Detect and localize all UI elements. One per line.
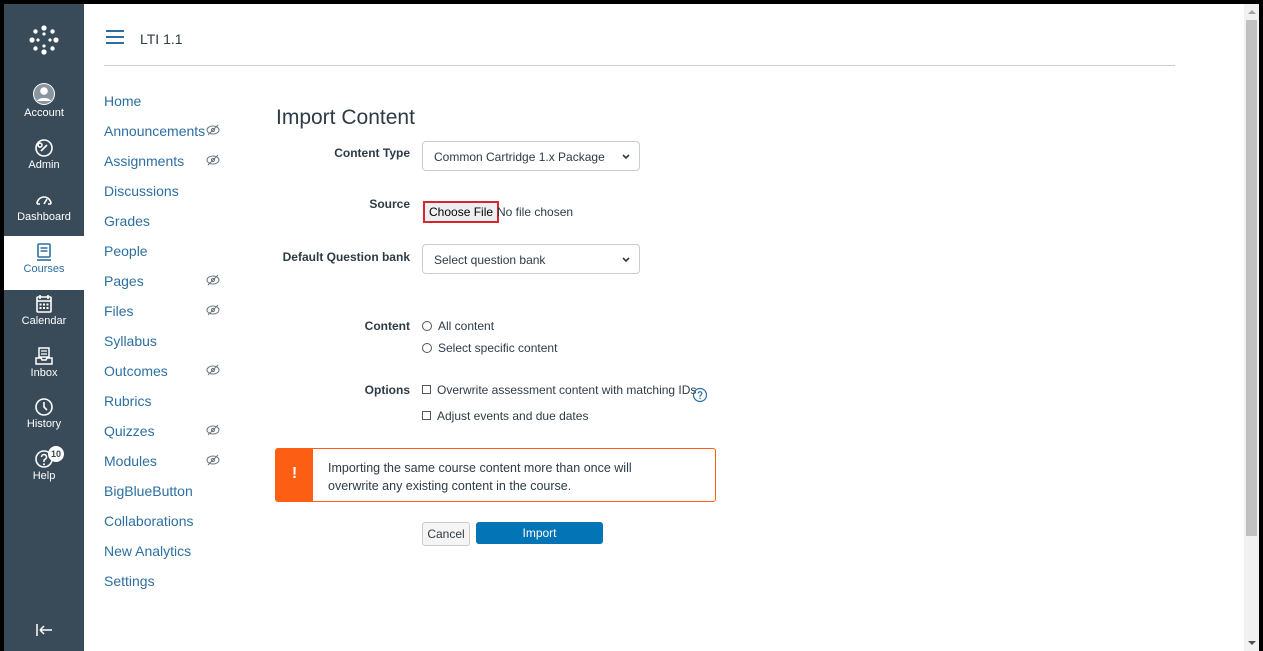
page-title: Import Content <box>276 106 415 129</box>
course-nav-settings[interactable]: Settings <box>104 573 155 589</box>
breadcrumb-course[interactable]: LTI 1.1 <box>140 31 183 47</box>
chevron-down-icon <box>621 142 631 183</box>
courses-icon <box>37 243 51 261</box>
scroll-down-arrow[interactable] <box>1248 641 1256 645</box>
collapse-arrow-icon <box>36 624 52 636</box>
content-type-value: Common Cartridge 1.x Package <box>434 150 605 164</box>
nav-admin[interactable]: Admin <box>4 138 84 171</box>
question-bank-select[interactable]: Select question bank <box>422 244 640 274</box>
global-nav: Account Admin Dashboard Courses Calendar… <box>4 4 84 651</box>
nav-admin-label: Admin <box>28 159 60 171</box>
account-icon <box>33 83 55 105</box>
nav-courses-label: Courses <box>23 263 65 275</box>
course-nav-new-analytics[interactable]: New Analytics <box>104 543 191 559</box>
radio-all-content[interactable]: All content <box>422 319 494 333</box>
checkbox-overwrite-label: Overwrite assessment content with matchi… <box>437 383 697 397</box>
course-nav-people[interactable]: People <box>104 243 148 259</box>
course-nav-outcomes[interactable]: Outcomes <box>104 363 168 379</box>
content-type-select[interactable]: Common Cartridge 1.x Package <box>422 141 640 171</box>
vertical-scrollbar[interactable] <box>1244 4 1259 651</box>
radio-select-specific-content[interactable]: Select specific content <box>422 341 557 355</box>
warning-line-1: Importing the same course content more t… <box>328 461 632 475</box>
question-help-icon[interactable] <box>692 387 708 403</box>
calendar-icon <box>36 295 52 313</box>
nav-history[interactable]: History <box>4 397 84 430</box>
nav-calendar[interactable]: Calendar <box>4 294 84 327</box>
help-badge: 10 <box>48 446 64 462</box>
radio-all-content-label: All content <box>438 319 495 333</box>
course-nav-rubrics[interactable]: Rubrics <box>104 393 151 409</box>
course-nav-modules[interactable]: Modules <box>104 453 157 469</box>
radio-circle[interactable] <box>422 342 432 353</box>
warning-alert: ! Importing the same course content more… <box>275 448 716 502</box>
source-label: Source <box>369 197 410 211</box>
course-nav-discussions[interactable]: Discussions <box>104 183 179 199</box>
checkbox-adjust-dates[interactable]: Adjust events and due dates <box>422 409 588 423</box>
dashboard-icon <box>36 196 52 205</box>
scroll-up-arrow[interactable] <box>1248 10 1256 14</box>
nav-account[interactable]: Account <box>4 82 84 119</box>
eye-slash-icon[interactable] <box>206 364 220 376</box>
eye-slash-icon[interactable] <box>206 304 220 316</box>
checkbox-overwrite-assessment[interactable]: Overwrite assessment content with matchi… <box>422 383 696 397</box>
course-nav-quizzes[interactable]: Quizzes <box>104 423 155 439</box>
cancel-button[interactable]: Cancel <box>422 522 470 546</box>
nav-dashboard-label: Dashboard <box>17 211 71 223</box>
nav-inbox[interactable]: Inbox <box>4 346 84 379</box>
eye-slash-icon[interactable] <box>206 274 220 286</box>
history-icon <box>35 398 53 416</box>
nav-account-label: Account <box>24 107 64 119</box>
options-label: Options <box>364 383 410 397</box>
chevron-down-icon <box>621 245 631 286</box>
admin-icon <box>35 139 53 157</box>
warning-line-2: overwrite any existing content in the co… <box>328 479 572 493</box>
file-status-text: No file chosen <box>497 205 574 219</box>
canvas-logo[interactable] <box>4 22 84 58</box>
browser-viewport: Account Admin Dashboard Courses Calendar… <box>4 4 1259 651</box>
eye-slash-icon[interactable] <box>206 424 220 436</box>
course-nav-collaborations[interactable]: Collaborations <box>104 513 194 529</box>
course-nav-assignments[interactable]: Assignments <box>104 153 184 169</box>
nav-history-label: History <box>26 418 62 430</box>
nav-help[interactable]: 10 Help <box>4 446 84 482</box>
content-type-label: Content Type <box>334 146 410 160</box>
checkbox-adjust-dates-label: Adjust events and due dates <box>437 409 589 423</box>
radio-select-specific-label: Select specific content <box>438 341 558 355</box>
warning-icon: ! <box>276 449 313 501</box>
course-nav-bigbluebutton[interactable]: BigBlueButton <box>104 483 193 499</box>
warning-message: Importing the same course content more t… <box>328 459 698 495</box>
eye-slash-icon[interactable] <box>206 124 220 136</box>
checkbox-box[interactable] <box>422 411 431 421</box>
course-nav-grades[interactable]: Grades <box>104 213 150 229</box>
nav-dashboard[interactable]: Dashboard <box>4 190 84 223</box>
question-bank-value: Select question bank <box>434 253 546 267</box>
collapse-nav-button[interactable] <box>4 622 84 638</box>
course-nav-syllabus[interactable]: Syllabus <box>104 333 157 349</box>
eye-slash-icon[interactable] <box>206 154 220 166</box>
eye-slash-icon[interactable] <box>206 454 220 466</box>
header-divider <box>104 65 1175 66</box>
nav-calendar-label: Calendar <box>21 315 67 327</box>
scrollbar-thumb[interactable] <box>1246 20 1257 536</box>
course-nav-files[interactable]: Files <box>104 303 134 319</box>
nav-help-label: Help <box>32 470 56 482</box>
canvas-logo-icon <box>29 25 59 55</box>
nav-inbox-label: Inbox <box>30 367 58 379</box>
radio-circle[interactable] <box>422 320 432 331</box>
course-nav-announcements[interactable]: Announcements <box>104 123 205 139</box>
hamburger-menu-icon[interactable] <box>105 30 125 44</box>
checkbox-box[interactable] <box>422 385 431 395</box>
choose-file-button[interactable]: Choose File <box>423 201 500 223</box>
import-button[interactable]: Import <box>476 522 603 544</box>
course-nav-home[interactable]: Home <box>104 93 141 109</box>
question-bank-label: Default Question bank <box>282 250 410 264</box>
content-label: Content <box>364 319 410 333</box>
course-nav-pages[interactable]: Pages <box>104 273 144 289</box>
inbox-icon <box>35 347 53 365</box>
nav-courses[interactable]: Courses <box>4 236 84 290</box>
